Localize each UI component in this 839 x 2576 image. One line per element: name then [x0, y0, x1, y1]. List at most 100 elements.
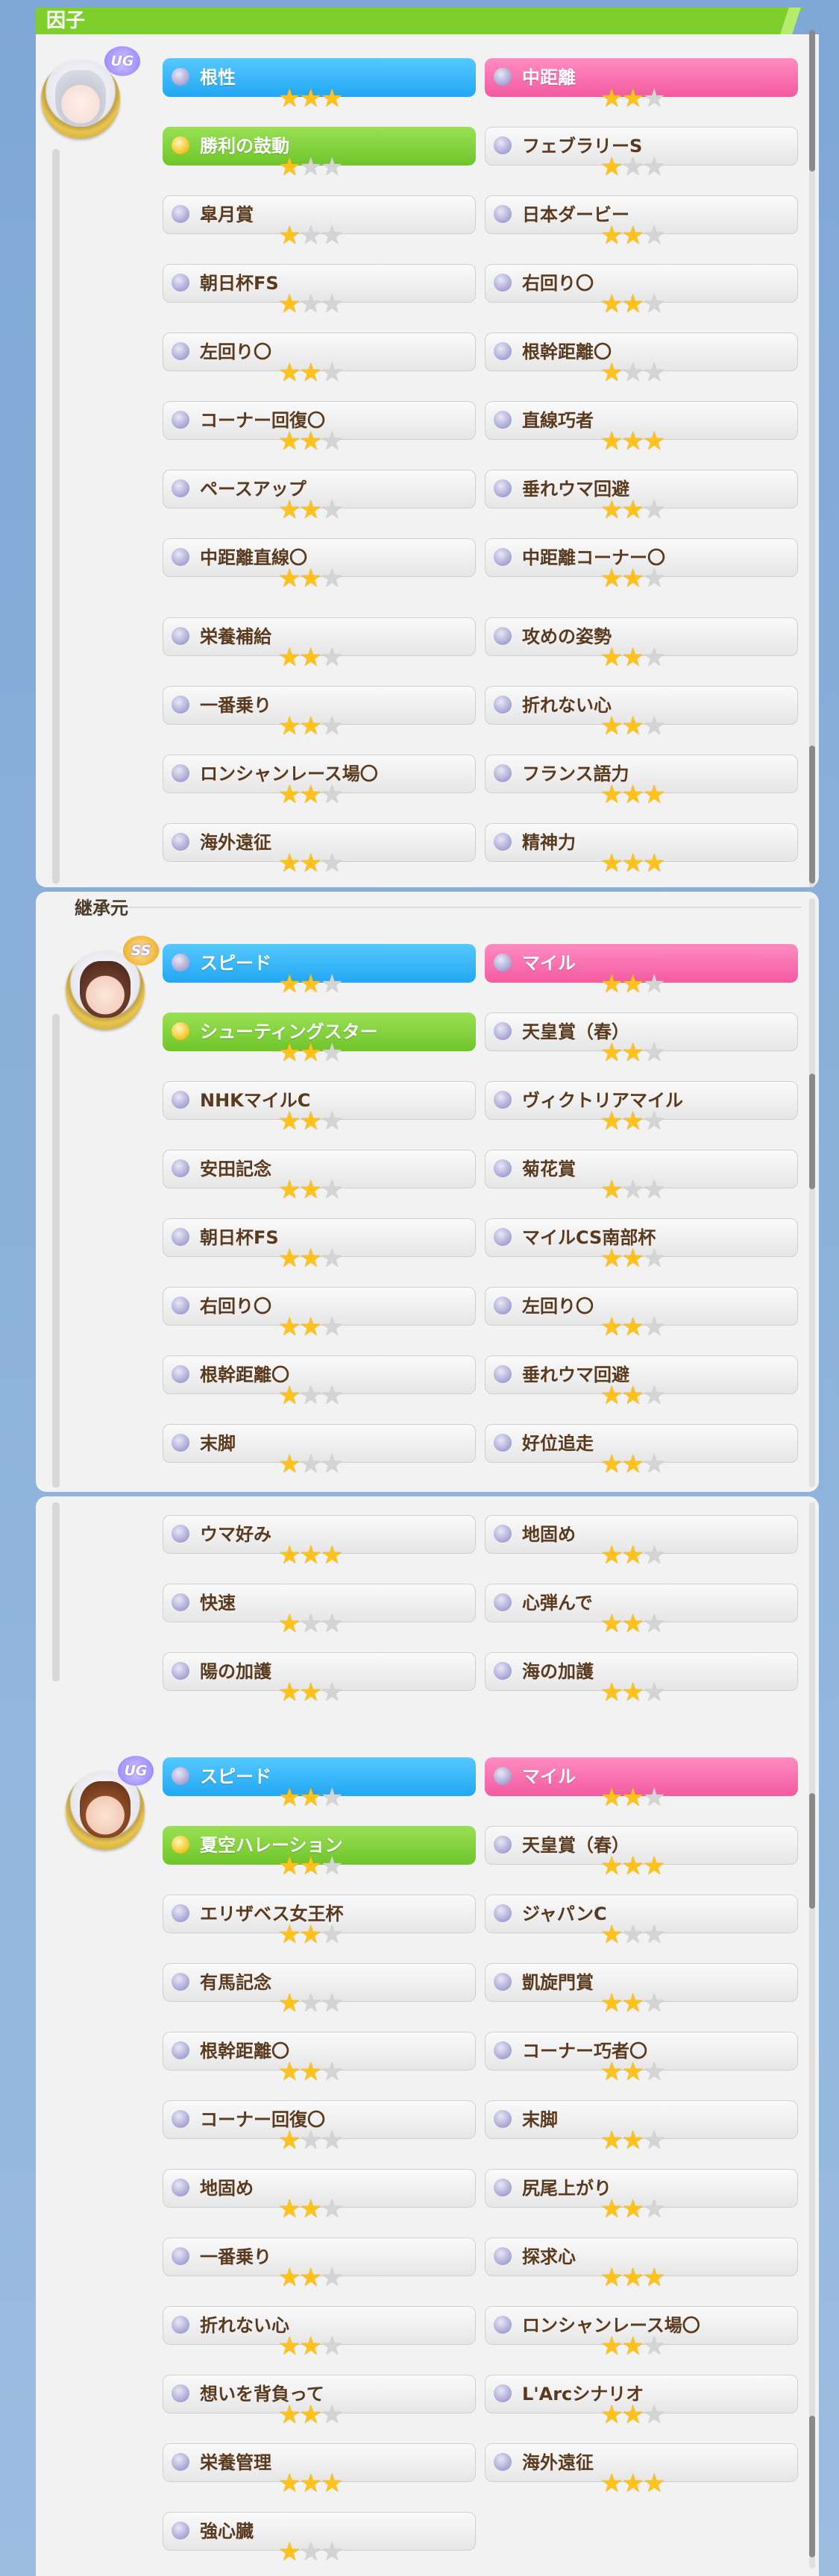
factor-item[interactable]: 一番乗り ★★★ — [163, 2238, 476, 2291]
factor-item[interactable]: L'Arcシナリオ ★★★ — [485, 2375, 798, 2428]
factor-dot-icon — [172, 1767, 189, 1785]
factor-item[interactable]: スピード ★★★ — [163, 944, 476, 998]
factor-item[interactable]: フランス語力 ★★★ — [485, 755, 798, 808]
factor-item[interactable]: 攻めの姿勢 ★★★ — [485, 617, 798, 671]
star-icon: ★ — [621, 2263, 644, 2293]
star-icon: ★ — [600, 1038, 623, 1068]
factor-stars: ★★★ — [600, 2333, 665, 2360]
factor-item[interactable]: ロンシャンレース場〇 ★★★ — [163, 755, 476, 808]
factor-item[interactable]: マイル ★★★ — [485, 944, 798, 998]
factor-item[interactable]: 直線巧者 ★★★ — [485, 401, 798, 456]
factor-item[interactable]: 海の加護 ★★★ — [485, 1652, 798, 1706]
factor-item[interactable]: 末脚 ★★★ — [485, 2100, 798, 2154]
factor-item[interactable]: 垂れウマ回避 ★★★ — [485, 1355, 798, 1409]
factor-item[interactable]: 凱旋門賞 ★★★ — [485, 1963, 798, 2017]
factor-item[interactable]: エリザベス女王杯 ★★★ — [163, 1895, 476, 1950]
factor-item[interactable]: 有馬記念 ★★★ — [163, 1963, 476, 2017]
factor-label: マイル — [522, 1766, 576, 1787]
factor-item[interactable]: 朝日杯FS ★★★ — [163, 264, 476, 319]
star-icon: ★ — [278, 426, 301, 456]
factor-item[interactable]: 地固め ★★★ — [163, 2169, 476, 2223]
factor-dot-icon — [172, 2179, 189, 2196]
factor-stars: ★★★ — [278, 565, 343, 592]
factor-item[interactable]: 根幹距離〇 ★★★ — [163, 1355, 476, 1409]
factor-item[interactable]: 右回り〇 ★★★ — [485, 264, 798, 318]
factor-item[interactable]: 陽の加護 ★★★ — [163, 1652, 476, 1706]
factor-item[interactable]: 栄養管理 ★★★ — [163, 2443, 476, 2497]
factor-item[interactable]: コーナー回復〇 ★★★ — [163, 401, 476, 456]
factor-item[interactable]: 地固め ★★★ — [485, 1515, 798, 1570]
factor-item[interactable]: ジャパンC ★★★ — [485, 1895, 798, 1948]
factor-item[interactable]: 折れない心 ★★★ — [163, 2306, 476, 2360]
factor-item[interactable]: ロンシャンレース場〇 ★★★ — [485, 2306, 798, 2360]
scrollbar-track[interactable] — [809, 898, 815, 1487]
factor-item[interactable]: 海外遠征 ★★★ — [163, 823, 476, 877]
factor-item[interactable]: シューティングスター ★★★ — [163, 1013, 476, 1066]
factor-item[interactable]: フェブラリーS ★★★ — [485, 127, 798, 180]
factor-item[interactable]: 探求心 ★★★ — [485, 2238, 798, 2293]
factor-item[interactable]: 末脚 ★★★ — [163, 1424, 476, 1478]
star-icon: ★ — [320, 426, 344, 456]
factor-item[interactable]: 中距離 ★★★ — [485, 58, 798, 112]
factor-item[interactable]: 垂れウマ回避 ★★★ — [485, 470, 798, 523]
scrollbar-thumb[interactable] — [809, 2416, 815, 2557]
star-icon: ★ — [600, 426, 623, 456]
factor-item[interactable]: スピード ★★★ — [163, 1757, 476, 1813]
factor-item[interactable]: 勝利の鼓動 ★★★ — [163, 127, 476, 180]
factor-dot-icon — [494, 1973, 512, 1991]
factor-item[interactable]: 心弾んで ★★★ — [485, 1584, 798, 1639]
factor-item[interactable]: 中距離コーナー〇 ★★★ — [485, 538, 798, 592]
factor-item[interactable]: コーナー巧者〇 ★★★ — [485, 2032, 798, 2085]
star-icon: ★ — [320, 1920, 344, 1950]
factor-item[interactable]: 左回り〇 ★★★ — [163, 333, 476, 386]
factor-stars: ★★★ — [278, 2059, 343, 2085]
factor-item[interactable]: 天皇賞（春） ★★★ — [485, 1013, 798, 1068]
factor-item[interactable]: 好位追走 ★★★ — [485, 1424, 798, 1478]
factor-item[interactable]: 海外遠征 ★★★ — [485, 2443, 798, 2497]
scrollbar-thumb[interactable] — [809, 1793, 815, 1909]
factor-item[interactable]: 根幹距離〇 ★★★ — [485, 333, 798, 386]
star-icon: ★ — [621, 1312, 644, 1342]
factor-item[interactable]: コーナー回復〇 ★★★ — [163, 2100, 476, 2154]
factor-item[interactable]: 尻尾上がり ★★★ — [485, 2169, 798, 2223]
factor-item[interactable]: 栄養補給 ★★★ — [163, 617, 476, 671]
factor-item[interactable]: 左回り〇 ★★★ — [485, 1287, 798, 1342]
factor-item[interactable]: 朝日杯FS ★★★ — [163, 1218, 476, 1272]
factor-item[interactable]: 天皇賞（春） ★★★ — [485, 1826, 798, 1880]
factor-item[interactable]: 一番乗り ★★★ — [163, 686, 476, 740]
scrollbar-thumb[interactable] — [809, 1074, 815, 1189]
factor-item[interactable]: マイルCS南部杯 ★★★ — [485, 1218, 798, 1272]
star-icon: ★ — [600, 1783, 623, 1813]
factor-item[interactable]: NHKマイルC ★★★ — [163, 1081, 476, 1135]
factor-item[interactable]: マイル ★★★ — [485, 1757, 798, 1813]
star-icon: ★ — [278, 1783, 301, 1813]
factor-item[interactable]: ヴィクトリアマイル ★★★ — [485, 1081, 798, 1135]
factor-item[interactable]: 想いを背負って ★★★ — [163, 2375, 476, 2428]
factor-item[interactable]: 折れない心 ★★★ — [485, 686, 798, 740]
factor-item[interactable]: 快速 ★★★ — [163, 1584, 476, 1639]
factor-item[interactable]: ウマ好み ★★★ — [163, 1515, 476, 1569]
factor-dot-icon — [494, 2110, 512, 2128]
factor-item[interactable]: 根性 ★★★ — [163, 58, 476, 112]
factor-item[interactable]: 菊花賞 ★★★ — [485, 1150, 798, 1203]
scrollbar-thumb[interactable] — [809, 30, 815, 171]
factor-item[interactable]: 中距離直線〇 ★★★ — [163, 538, 476, 592]
factor-item[interactable]: 強心臓 ★★★ — [163, 2512, 476, 2566]
factor-item[interactable]: 夏空ハレーション ★★★ — [163, 1826, 476, 1880]
avatar[interactable] — [41, 60, 120, 139]
factor-item[interactable]: ペースアップ ★★★ — [163, 470, 476, 523]
factor-item[interactable]: 右回り〇 ★★★ — [163, 1287, 476, 1341]
star-icon: ★ — [642, 1540, 666, 1570]
factor-item[interactable]: 皐月賞 ★★★ — [163, 195, 476, 249]
star-icon: ★ — [278, 289, 301, 319]
factor-item[interactable]: 安田記念 ★★★ — [163, 1150, 476, 1203]
factor-item[interactable]: 日本ダービー ★★★ — [485, 195, 798, 249]
factor-item[interactable]: 根幹距離〇 ★★★ — [163, 2032, 476, 2085]
star-icon: ★ — [621, 848, 644, 878]
factor-label: 一番乗り — [200, 695, 271, 716]
scrollbar-track[interactable] — [809, 1502, 815, 2569]
star-icon: ★ — [299, 1609, 322, 1639]
scrollbar-thumb[interactable] — [809, 746, 815, 884]
star-icon: ★ — [600, 1609, 623, 1639]
factor-item[interactable]: 精神力 ★★★ — [485, 823, 798, 878]
